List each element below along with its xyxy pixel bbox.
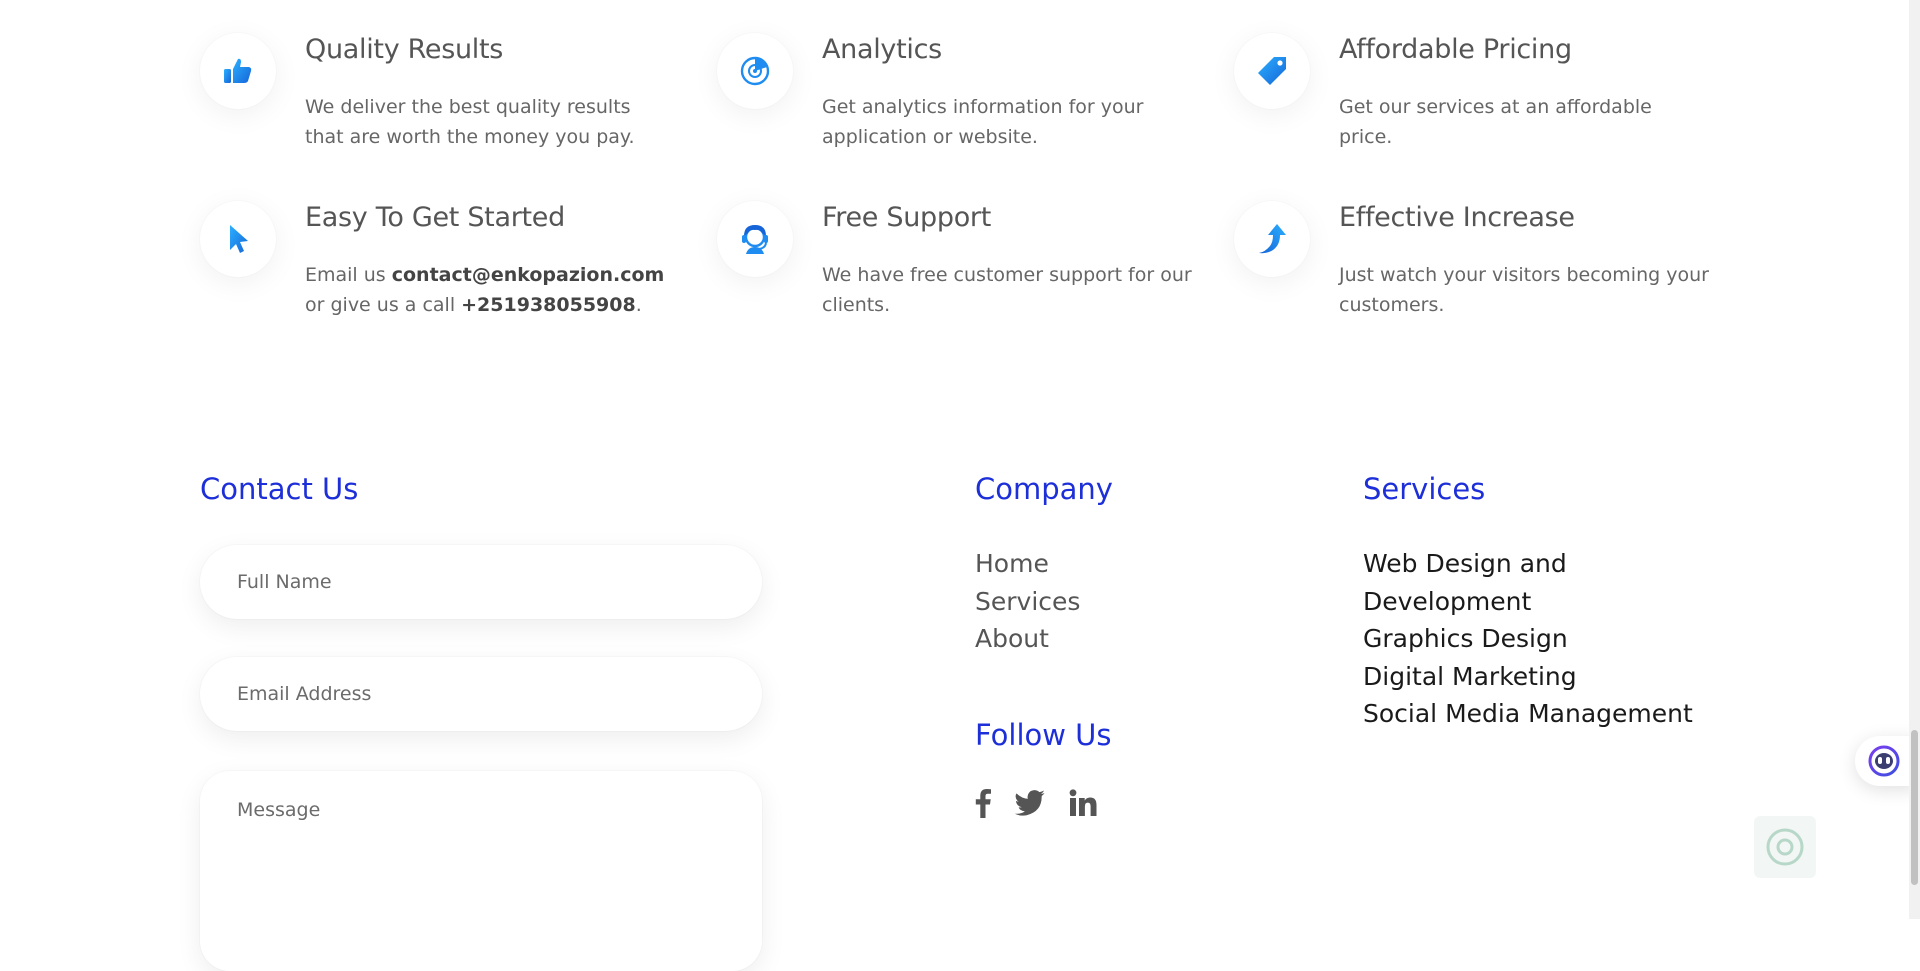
chatbot-icon [1868, 745, 1900, 777]
contact-us-heading: Contact Us [200, 472, 359, 506]
headset-support-icon [717, 201, 793, 277]
full-name-input[interactable] [200, 545, 762, 619]
contact-email-link[interactable]: contact@enkopazion.com [392, 264, 665, 286]
price-tag-icon [1234, 33, 1310, 109]
feature-title: Free Support [822, 202, 992, 233]
service-item[interactable]: Graphics Design [1363, 620, 1693, 658]
page-scrollbar[interactable] [1909, 0, 1920, 919]
feature-title: Analytics [822, 34, 942, 65]
desc-text: . [635, 294, 642, 316]
feature-description: Get analytics information for your appli… [822, 96, 1144, 148]
footer-link-services[interactable]: Services [975, 583, 1080, 621]
up-arrow-icon [1234, 201, 1310, 277]
follow-us-heading: Follow Us [975, 718, 1112, 752]
thumbs-up-icon [200, 33, 276, 109]
feature-free-support: Free Support We have free customer suppo… [717, 168, 1192, 318]
feature-title: Effective Increase [1339, 202, 1575, 233]
service-item[interactable]: Social Media Management [1363, 695, 1693, 733]
linkedin-icon[interactable] [1069, 789, 1097, 817]
social-links [975, 788, 1121, 818]
company-links: Home Services About [975, 545, 1080, 658]
feature-effective-increase: Effective Increase Just watch your visit… [1234, 168, 1709, 318]
feature-description: Email us contact@enkopazion.com or give … [305, 260, 675, 320]
desc-text: or give us a call [305, 294, 462, 316]
facebook-icon[interactable] [975, 788, 991, 818]
footer-link-about[interactable]: About [975, 620, 1080, 658]
feature-title: Affordable Pricing [1339, 34, 1572, 65]
feature-quality-results: Quality Results We deliver the best qual… [200, 0, 670, 150]
message-textarea[interactable] [200, 771, 762, 971]
feature-analytics: Analytics Get analytics information for … [717, 0, 1187, 150]
email-address-input[interactable] [200, 657, 762, 731]
service-item[interactable]: Digital Marketing [1363, 658, 1693, 696]
desc-text: Email us [305, 264, 392, 286]
service-item[interactable]: Development [1363, 583, 1693, 621]
company-heading: Company [975, 472, 1113, 506]
feature-title: Easy To Get Started [305, 202, 565, 233]
feature-description: We have free customer support for our cl… [822, 264, 1192, 316]
feature-affordable-pricing: Affordable Pricing Get our services at a… [1234, 0, 1704, 150]
feature-title: Quality Results [305, 34, 504, 65]
scrollbar-thumb[interactable] [1911, 730, 1918, 885]
recaptcha-badge[interactable] [1754, 816, 1816, 878]
recaptcha-icon [1766, 828, 1804, 866]
service-item[interactable]: Web Design and [1363, 545, 1693, 583]
feature-description: Just watch your visitors becoming your c… [1339, 264, 1709, 316]
feature-description: We deliver the best quality results that… [305, 96, 635, 148]
services-heading: Services [1363, 472, 1486, 506]
services-list: Web Design and Development Graphics Desi… [1363, 545, 1693, 733]
analytics-icon [717, 33, 793, 109]
twitter-icon[interactable] [1015, 790, 1045, 816]
contact-phone-link[interactable]: +251938055908 [461, 294, 636, 316]
cursor-icon [200, 201, 276, 277]
footer-link-home[interactable]: Home [975, 545, 1080, 583]
feature-easy-to-get-started: Easy To Get Started Email us contact@enk… [200, 168, 670, 318]
feature-description: Get our services at an affordable price. [1339, 96, 1652, 148]
